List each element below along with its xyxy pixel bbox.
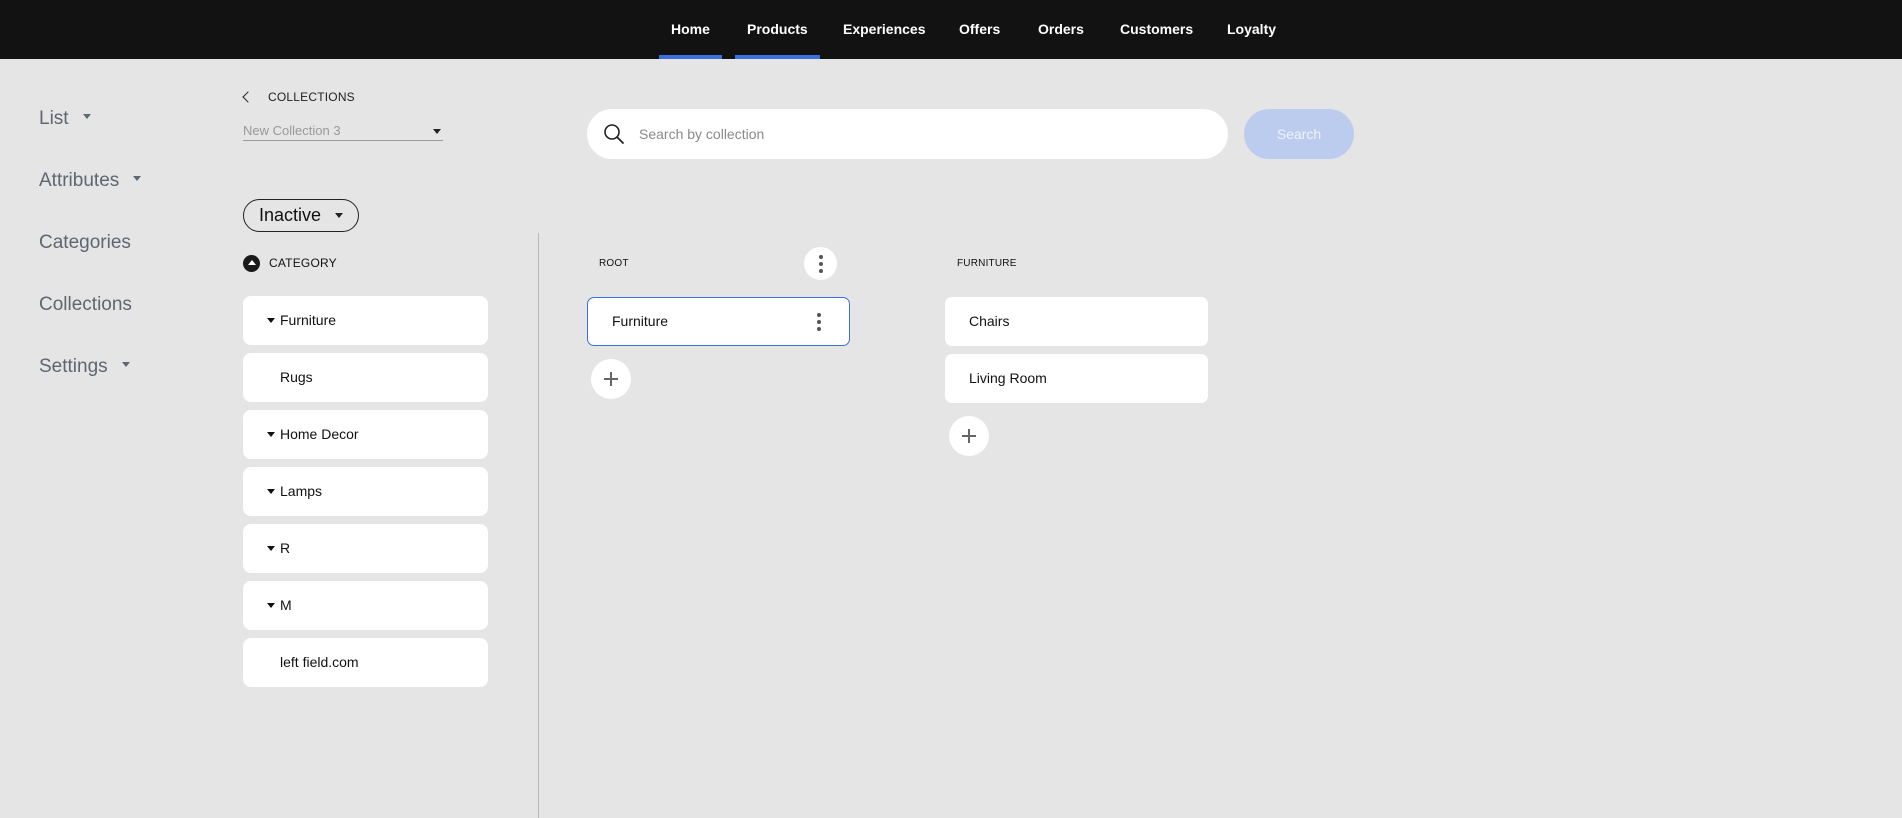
sidebar-item-label: Attributes (39, 170, 120, 191)
status-dropdown-value: Inactive (259, 205, 322, 225)
furniture-item-living-room[interactable]: Living Room (945, 354, 1208, 403)
caret-down-icon (335, 213, 343, 218)
status-dropdown[interactable]: Inactive (243, 199, 359, 232)
active-tab-indicator (735, 55, 820, 59)
nav-item-home[interactable]: Home (659, 0, 722, 59)
sidebar-item-list[interactable]: List (39, 108, 91, 130)
sidebar-item-categories[interactable]: Categories (39, 232, 131, 254)
search-icon (604, 124, 624, 144)
back-link-label: COLLECTIONS (268, 90, 355, 104)
category-item-label: M (280, 597, 292, 613)
sidebar-item-label: Categories (39, 232, 131, 253)
column-title-furniture: FURNITURE (957, 258, 1017, 269)
category-item-furniture[interactable]: Furniture (243, 296, 488, 345)
sidebar-item-label: Collections (39, 294, 132, 315)
root-item-furniture[interactable]: Furniture (587, 297, 850, 346)
caret-down-icon (133, 176, 142, 182)
search-box (587, 109, 1228, 159)
search-button[interactable]: Search (1244, 109, 1354, 159)
category-panel-header: CATEGORY (243, 254, 337, 272)
category-item-label: Lamps (280, 483, 323, 499)
more-vertical-icon[interactable] (817, 319, 821, 324)
top-navigation-bar: Home Products Experiences Offers Orders … (0, 0, 1902, 59)
collection-select-value: New Collection 3 (243, 123, 341, 138)
expand-caret-icon[interactable] (267, 489, 275, 494)
caret-down-icon (121, 362, 130, 368)
category-item-label: R (280, 540, 291, 556)
nav-item-products[interactable]: Products (735, 0, 820, 59)
node-item-label: Living Room (969, 370, 1047, 386)
sidebar-item-attributes[interactable]: Attributes (39, 170, 142, 192)
nav-item-label: Customers (1120, 21, 1194, 37)
category-item-r[interactable]: R (243, 524, 488, 573)
furniture-item-chairs[interactable]: Chairs (945, 297, 1208, 346)
active-tab-indicator (659, 55, 722, 59)
node-item-label: Chairs (969, 313, 1010, 329)
sidebar-item-collections[interactable]: Collections (39, 294, 132, 316)
expand-caret-icon[interactable] (267, 432, 275, 437)
expand-caret-icon[interactable] (267, 603, 275, 608)
caret-down-icon (82, 114, 91, 120)
collection-select[interactable]: New Collection 3 (243, 121, 443, 141)
nav-item-offers[interactable]: Offers (959, 0, 1000, 59)
category-item-label: Home Decor (280, 426, 359, 442)
nav-item-label: Products (747, 21, 808, 37)
sidebar-item-settings[interactable]: Settings (39, 356, 130, 378)
root-add-button[interactable] (591, 359, 631, 399)
category-item-lamps[interactable]: Lamps (243, 467, 488, 516)
sidebar-item-label: List (39, 108, 69, 129)
expand-caret-icon[interactable] (267, 546, 275, 551)
nav-item-label: Experiences (843, 21, 926, 37)
nav-item-label: Orders (1038, 21, 1084, 37)
expand-caret-icon[interactable] (267, 318, 275, 323)
root-column-more-button[interactable] (804, 247, 837, 280)
column-title-root: ROOT (599, 258, 629, 269)
nav-item-customers[interactable]: Customers (1120, 0, 1193, 59)
nav-item-experiences[interactable]: Experiences (843, 0, 926, 59)
panel-divider (538, 233, 539, 818)
category-item-home-decor[interactable]: Home Decor (243, 410, 488, 459)
collapse-up-icon[interactable] (243, 254, 260, 272)
more-vertical-icon (818, 261, 823, 266)
sidebar-item-label: Settings (39, 356, 108, 377)
search-input[interactable] (639, 121, 1209, 147)
nav-item-label: Loyalty (1227, 21, 1277, 37)
node-item-label: Furniture (612, 313, 669, 329)
caret-down-icon (433, 129, 441, 134)
nav-item-orders[interactable]: Orders (1038, 0, 1084, 59)
category-item-label: Rugs (280, 369, 313, 385)
furniture-add-button[interactable] (949, 416, 989, 456)
category-item-m[interactable]: M (243, 581, 488, 630)
chevron-left-icon (242, 91, 254, 103)
category-item-rugs[interactable]: Rugs (243, 353, 488, 402)
nav-item-label: Offers (959, 21, 1001, 37)
category-item-label: Furniture (280, 312, 337, 328)
category-item-left-field[interactable]: left field.com (243, 638, 488, 687)
nav-item-loyalty[interactable]: Loyalty (1227, 0, 1276, 59)
category-item-label: left field.com (280, 654, 359, 670)
back-to-collections-link[interactable]: COLLECTIONS (242, 88, 355, 106)
category-panel-title: CATEGORY (269, 256, 337, 270)
nav-item-label: Home (671, 21, 710, 37)
